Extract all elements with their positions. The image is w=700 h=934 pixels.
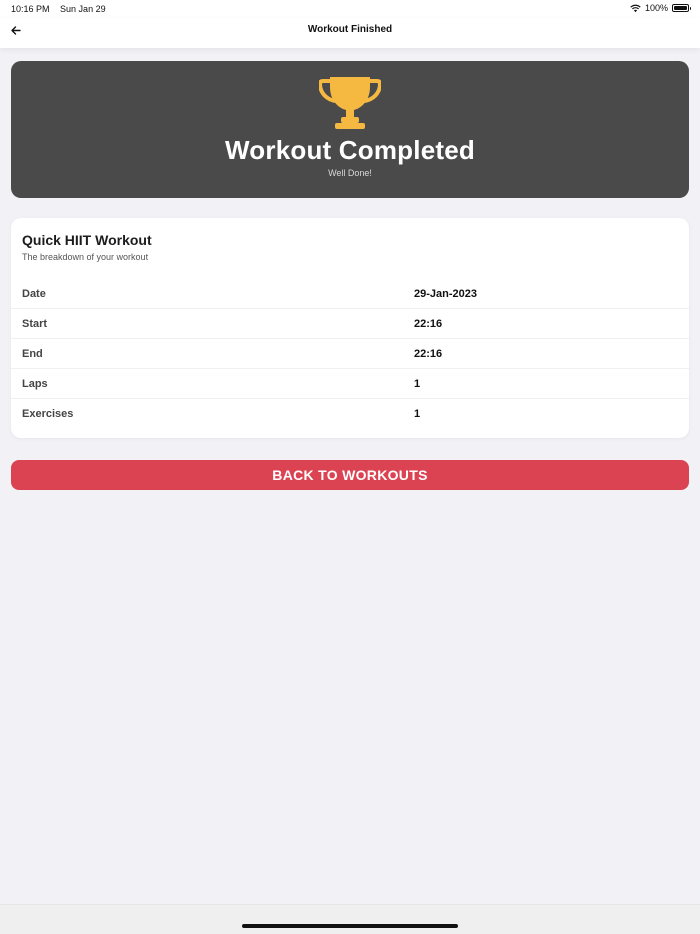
workout-subtitle: The breakdown of your workout xyxy=(22,252,149,262)
detail-value: 1 xyxy=(414,408,421,420)
detail-row-date: Date 29-Jan-2023 xyxy=(11,279,689,309)
battery-icon xyxy=(672,4,691,12)
detail-label: Laps xyxy=(22,378,48,390)
screen: 10:16 PM Sun Jan 29 100% Workout Finishe… xyxy=(0,0,700,934)
detail-row-exercises: Exercises 1 xyxy=(11,399,689,429)
detail-label: End xyxy=(22,348,43,360)
detail-row-start: Start 22:16 xyxy=(11,309,689,339)
page-title: Workout Finished xyxy=(307,24,393,35)
back-to-workouts-button[interactable]: BACK TO WORKOUTS xyxy=(11,460,689,490)
workout-name: Quick HIIT Workout xyxy=(22,232,152,248)
status-left: 10:16 PM Sun Jan 29 xyxy=(11,4,114,14)
nav-bar: Workout Finished xyxy=(0,18,700,48)
wifi-icon xyxy=(630,4,641,12)
detail-label: Start xyxy=(22,318,48,330)
status-date: Sun Jan 29 xyxy=(60,4,106,14)
hero-title: Workout Completed xyxy=(225,135,475,165)
detail-label: Exercises xyxy=(22,408,74,420)
detail-row-end: End 22:16 xyxy=(11,339,689,369)
trophy-icon xyxy=(319,77,381,129)
workout-details-card: Quick HIIT Workout The breakdown of your… xyxy=(11,218,689,438)
details-list: Date 29-Jan-2023 Start 22:16 End 22:16 L… xyxy=(11,279,689,429)
status-time: 10:16 PM xyxy=(11,4,50,14)
status-right: 100% xyxy=(630,3,691,13)
hero-subtitle: Well Done! xyxy=(328,168,372,178)
detail-value: 1 xyxy=(414,378,421,390)
detail-value: 22:16 xyxy=(414,348,443,360)
status-bar: 10:16 PM Sun Jan 29 100% xyxy=(0,0,700,18)
home-indicator[interactable] xyxy=(242,924,458,928)
detail-value: 22:16 xyxy=(414,318,443,330)
bottom-bar xyxy=(0,904,700,934)
completion-banner: Workout Completed Well Done! xyxy=(11,61,689,198)
detail-value: 29-Jan-2023 xyxy=(414,288,477,300)
detail-label: Date xyxy=(22,288,46,300)
detail-row-laps: Laps 1 xyxy=(11,369,689,399)
battery-percent: 100% xyxy=(644,3,668,13)
